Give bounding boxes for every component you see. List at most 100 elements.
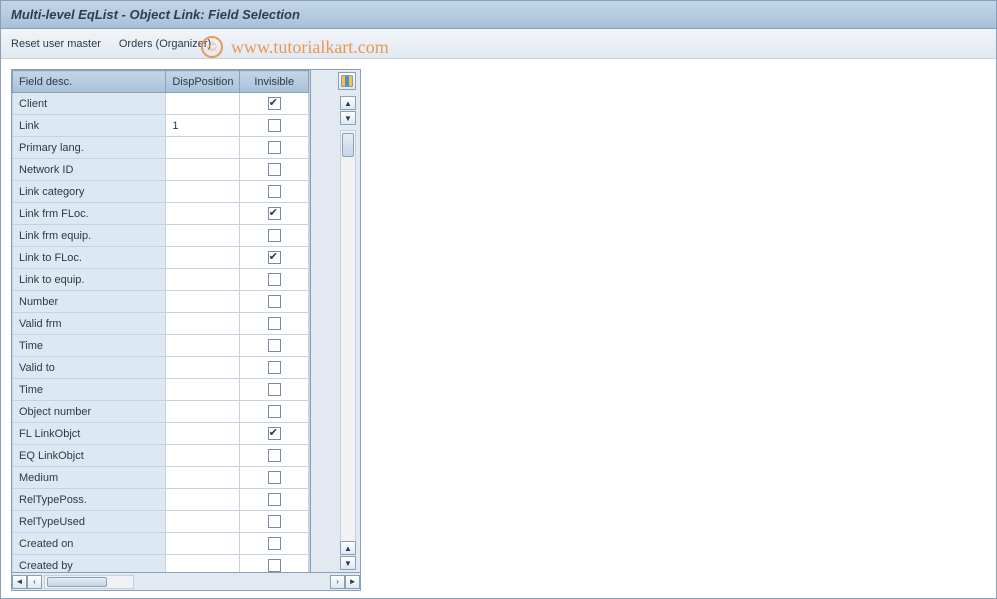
table-row[interactable]: EQ LinkObjct (13, 445, 309, 467)
cell-invisible[interactable] (240, 335, 309, 357)
invisible-checkbox[interactable] (268, 273, 281, 286)
cell-desc[interactable]: Link to equip. (13, 269, 166, 291)
cell-dispposition[interactable] (166, 137, 240, 159)
cell-desc[interactable]: Time (13, 379, 166, 401)
cell-dispposition[interactable] (166, 93, 240, 115)
cell-dispposition[interactable] (166, 313, 240, 335)
table-row[interactable]: Time (13, 379, 309, 401)
reset-user-master-button[interactable]: Reset user master (11, 38, 101, 50)
invisible-checkbox[interactable] (268, 229, 281, 242)
cell-dispposition[interactable] (166, 379, 240, 401)
scroll-page-up-button[interactable]: ▲ (340, 541, 356, 555)
scroll-line-down-button[interactable]: ▼ (340, 111, 356, 125)
cell-desc[interactable]: FL LinkObjct (13, 423, 166, 445)
cell-desc[interactable]: Created by (13, 555, 166, 573)
cell-invisible[interactable] (240, 269, 309, 291)
cell-invisible[interactable] (240, 489, 309, 511)
col-header-pos[interactable]: DispPosition (166, 71, 240, 93)
cell-desc[interactable]: Link category (13, 181, 166, 203)
cell-desc[interactable]: Time (13, 335, 166, 357)
table-row[interactable]: Object number (13, 401, 309, 423)
cell-desc[interactable]: Object number (13, 401, 166, 423)
cell-desc[interactable]: Link to FLoc. (13, 247, 166, 269)
invisible-checkbox[interactable] (268, 515, 281, 528)
invisible-checkbox[interactable] (268, 185, 281, 198)
cell-desc[interactable]: Valid to (13, 357, 166, 379)
cell-invisible[interactable] (240, 379, 309, 401)
table-row[interactable]: Created by (13, 555, 309, 573)
cell-invisible[interactable] (240, 467, 309, 489)
cell-invisible[interactable] (240, 423, 309, 445)
cell-desc[interactable]: Client (13, 93, 166, 115)
cell-invisible[interactable] (240, 357, 309, 379)
cell-invisible[interactable] (240, 291, 309, 313)
horizontal-scrollbar-track[interactable] (44, 575, 134, 589)
table-row[interactable]: Valid to (13, 357, 309, 379)
col-header-desc[interactable]: Field desc. (13, 71, 166, 93)
cell-dispposition[interactable] (166, 335, 240, 357)
invisible-checkbox[interactable] (268, 493, 281, 506)
cell-invisible[interactable] (240, 555, 309, 573)
cell-invisible[interactable] (240, 115, 309, 137)
cell-desc[interactable]: Medium (13, 467, 166, 489)
scroll-right-button[interactable]: › (330, 575, 345, 589)
cell-dispposition[interactable] (166, 181, 240, 203)
invisible-checkbox[interactable] (268, 537, 281, 550)
cell-invisible[interactable] (240, 203, 309, 225)
table-row[interactable]: Client (13, 93, 309, 115)
table-row[interactable]: Time (13, 335, 309, 357)
cell-desc[interactable]: Valid frm (13, 313, 166, 335)
vertical-scrollbar-thumb[interactable] (342, 133, 354, 157)
cell-desc[interactable]: Primary lang. (13, 137, 166, 159)
cell-desc[interactable]: RelTypePoss. (13, 489, 166, 511)
cell-desc[interactable]: Created on (13, 533, 166, 555)
cell-dispposition[interactable] (166, 291, 240, 313)
cell-dispposition[interactable] (166, 445, 240, 467)
table-row[interactable]: FL LinkObjct (13, 423, 309, 445)
cell-desc[interactable]: Network ID (13, 159, 166, 181)
scroll-last-button[interactable]: ► (345, 575, 360, 589)
table-row[interactable]: Created on (13, 533, 309, 555)
horizontal-scrollbar-thumb[interactable] (47, 577, 107, 587)
scroll-page-down-button[interactable]: ▼ (340, 556, 356, 570)
cell-invisible[interactable] (240, 93, 309, 115)
invisible-checkbox[interactable] (268, 361, 281, 374)
invisible-checkbox[interactable] (268, 383, 281, 396)
cell-dispposition[interactable] (166, 533, 240, 555)
orders-organizer-button[interactable]: Orders (Organizer) (119, 38, 211, 50)
invisible-checkbox[interactable] (268, 317, 281, 330)
cell-dispposition[interactable] (166, 357, 240, 379)
cell-invisible[interactable] (240, 401, 309, 423)
cell-invisible[interactable] (240, 445, 309, 467)
cell-dispposition[interactable] (166, 401, 240, 423)
cell-invisible[interactable] (240, 313, 309, 335)
table-row[interactable]: RelTypeUsed (13, 511, 309, 533)
cell-dispposition[interactable] (166, 555, 240, 573)
table-row[interactable]: Link1 (13, 115, 309, 137)
cell-desc[interactable]: Link frm FLoc. (13, 203, 166, 225)
cell-invisible[interactable] (240, 181, 309, 203)
table-row[interactable]: Valid frm (13, 313, 309, 335)
cell-desc[interactable]: Number (13, 291, 166, 313)
cell-dispposition[interactable] (166, 203, 240, 225)
cell-dispposition[interactable] (166, 467, 240, 489)
cell-invisible[interactable] (240, 225, 309, 247)
scroll-first-button[interactable]: ◄ (12, 575, 27, 589)
cell-dispposition[interactable]: 1 (166, 115, 240, 137)
cell-dispposition[interactable] (166, 159, 240, 181)
table-row[interactable]: Link category (13, 181, 309, 203)
table-row[interactable]: Primary lang. (13, 137, 309, 159)
cell-dispposition[interactable] (166, 511, 240, 533)
cell-dispposition[interactable] (166, 489, 240, 511)
invisible-checkbox[interactable] (268, 405, 281, 418)
cell-invisible[interactable] (240, 511, 309, 533)
table-row[interactable]: Link frm equip. (13, 225, 309, 247)
cell-dispposition[interactable] (166, 269, 240, 291)
table-settings-button[interactable] (338, 72, 356, 90)
cell-desc[interactable]: Link (13, 115, 166, 137)
cell-invisible[interactable] (240, 159, 309, 181)
table-row[interactable]: Link to equip. (13, 269, 309, 291)
col-header-inv[interactable]: Invisible (240, 71, 309, 93)
table-row[interactable]: Number (13, 291, 309, 313)
invisible-checkbox[interactable] (268, 449, 281, 462)
